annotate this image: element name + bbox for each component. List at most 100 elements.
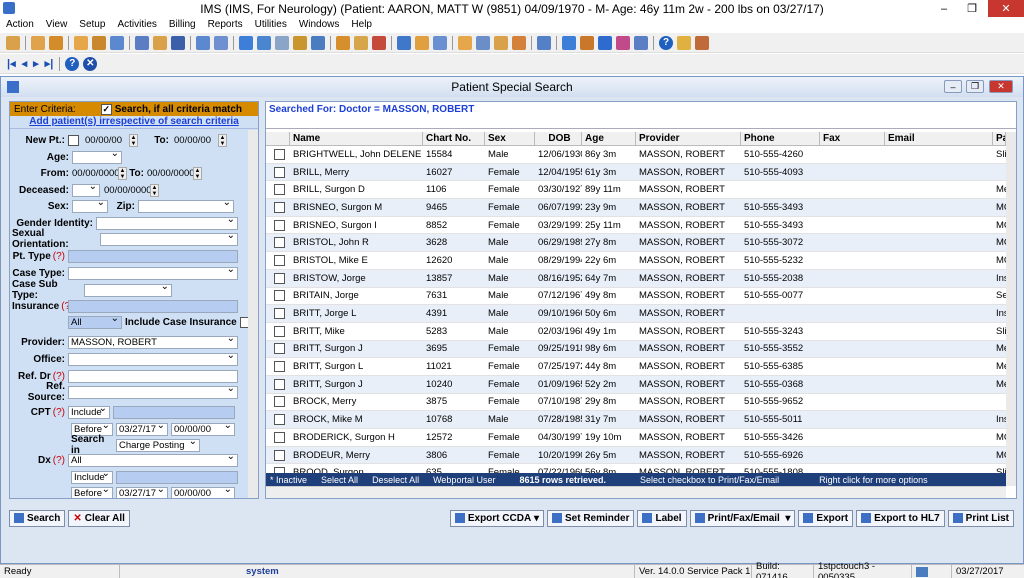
close-button[interactable]: ✕: [988, 0, 1024, 17]
table-row[interactable]: BRITT, Surgon L 11021 Female 07/25/1972 44y …: [266, 358, 1006, 376]
age-select[interactable]: [72, 150, 122, 164]
new-pt-checkbox[interactable]: [68, 134, 79, 146]
row-checkbox[interactable]: [274, 378, 285, 390]
lock-icon[interactable]: [677, 35, 691, 50]
new-pt-to-spinner[interactable]: ▲ ▼: [218, 133, 227, 147]
export-button[interactable]: Export: [798, 509, 854, 527]
phone-icon[interactable]: [616, 35, 630, 50]
results-horizontal-scrollbar[interactable]: [266, 486, 1006, 498]
column-header-chart-no[interactable]: Chart No.: [423, 132, 485, 145]
menu-utilities[interactable]: Utilities: [249, 19, 293, 30]
criteria-scrollbar[interactable]: [248, 130, 258, 498]
row-checkbox[interactable]: [274, 325, 285, 337]
menu-help[interactable]: Help: [345, 19, 378, 30]
deceased-select[interactable]: [72, 183, 100, 197]
report-icon[interactable]: [336, 35, 350, 50]
row-checkbox[interactable]: [274, 361, 285, 373]
deselect-all-link[interactable]: Deselect All: [372, 475, 419, 485]
row-checkbox[interactable]: [274, 148, 285, 160]
pen-icon[interactable]: [397, 35, 411, 50]
menu-windows[interactable]: Windows: [293, 19, 346, 30]
ref-dr-field[interactable]: [68, 369, 238, 383]
ref-dr-help[interactable]: (?): [53, 371, 65, 382]
provider-select[interactable]: MASSON, ROBERT: [68, 335, 238, 349]
clear-all-button[interactable]: ✕ Clear All: [68, 509, 130, 527]
folder-icon[interactable]: [74, 35, 88, 50]
column-header-email[interactable]: Email: [885, 132, 993, 145]
dx-date1-field[interactable]: 03/27/17: [116, 486, 168, 498]
menu-reports[interactable]: Reports: [202, 19, 249, 30]
results-scrollbar[interactable]: [1006, 132, 1016, 486]
cpt-date2-field[interactable]: 00/00/00: [171, 422, 235, 436]
close-circle-icon[interactable]: ✕: [83, 56, 98, 71]
column-header-name[interactable]: Name: [290, 132, 423, 145]
cpt-date1-field[interactable]: 03/27/17: [116, 422, 168, 436]
help-icon[interactable]: ?: [659, 35, 673, 50]
cpt-help[interactable]: (?): [53, 407, 65, 418]
row-checkbox[interactable]: [274, 431, 285, 443]
pt-type-field[interactable]: [68, 249, 238, 263]
select-all-link[interactable]: Select All: [321, 475, 358, 485]
print-fax-email-button[interactable]: Print/Fax/Email ▾: [689, 509, 796, 527]
exit-icon[interactable]: [695, 35, 709, 50]
cpt-code-field[interactable]: [113, 405, 235, 419]
table-row[interactable]: BRISTOW, Jorge 13857 Male 08/16/1952 64y 7m M…: [266, 269, 1006, 288]
minimize-button[interactable]: –: [930, 0, 958, 17]
column-header-phone[interactable]: Phone: [741, 132, 820, 145]
menu-action[interactable]: Action: [0, 19, 40, 30]
table-row[interactable]: BRISTOL, Mike E 12620 Male 08/29/1994 22y 6m…: [266, 252, 1006, 270]
calendar-icon[interactable]: [135, 35, 149, 50]
notes-icon[interactable]: [92, 35, 106, 50]
search-button[interactable]: Search: [9, 509, 66, 527]
ref-source-select[interactable]: [68, 385, 238, 399]
deceased-date-field[interactable]: 00/00/0000: [104, 185, 152, 196]
to-date-field[interactable]: 00/00/0000: [147, 168, 195, 179]
table-row[interactable]: BRILL, Surgon D 1106 Female 03/30/1927 89y 1…: [266, 181, 1006, 200]
previous-record-icon[interactable]: ◂: [22, 57, 28, 70]
from-date-field[interactable]: 00/00/0000: [72, 168, 120, 179]
window-restore-button[interactable]: ❐: [966, 80, 984, 93]
mail-icon[interactable]: [415, 35, 429, 50]
column-header-provider[interactable]: Provider: [636, 132, 741, 145]
dollar-icon[interactable]: [580, 35, 594, 50]
column-header-dob[interactable]: DOB: [535, 132, 582, 145]
table-row[interactable]: BRISNEO, Surgon M 9465 Female 06/07/1993 23y…: [266, 199, 1006, 217]
row-checkbox[interactable]: [274, 219, 285, 231]
search-in-select[interactable]: Charge Posting: [116, 438, 200, 452]
document-icon[interactable]: [110, 35, 124, 50]
database-icon[interactable]: [433, 35, 447, 50]
office-select[interactable]: [68, 352, 238, 366]
user-icon[interactable]: [31, 35, 45, 50]
deceased-date-spinner[interactable]: ▲ ▼: [150, 183, 159, 197]
window-minimize-button[interactable]: –: [944, 80, 962, 93]
search-all-checkbox[interactable]: ✓: [100, 103, 112, 115]
new-pt-from-field[interactable]: 00/00/00: [83, 134, 129, 147]
users-icon[interactable]: [49, 35, 63, 50]
grid-icon[interactable]: [476, 35, 490, 50]
add-patients-link[interactable]: Add patient(s) irrespective of search cr…: [10, 116, 258, 129]
menu-setup[interactable]: Setup: [73, 19, 111, 30]
dx-select[interactable]: All: [68, 453, 238, 467]
table-row[interactable]: BRITT, Surgon J 3695 Female 09/25/1918 98y 6…: [266, 340, 1006, 359]
pie-icon[interactable]: [512, 35, 526, 50]
print-list-button[interactable]: Print List: [947, 509, 1014, 527]
table-row[interactable]: BRISNEO, Surgon I 8852 Female 03/29/1991 25y…: [266, 217, 1006, 235]
export-hl7-button[interactable]: Export to HL7: [856, 509, 945, 527]
edit-icon[interactable]: [214, 35, 228, 50]
table-row[interactable]: BRILL, Merry 16027 Female 12/04/1955 61y 3m M…: [266, 163, 1006, 182]
next-record-icon[interactable]: ▸: [33, 57, 39, 70]
row-checkbox[interactable]: [274, 308, 285, 320]
transfer-icon[interactable]: [239, 35, 253, 50]
people-icon[interactable]: [354, 35, 368, 50]
table-row[interactable]: BRODERICK, Surgon H 12572 Female 04/30/1997…: [266, 429, 1006, 447]
menu-activities[interactable]: Activities: [111, 19, 162, 30]
cpt-include-select[interactable]: Include: [68, 405, 110, 419]
pt-type-help[interactable]: (?): [53, 251, 65, 262]
case-sub-type-select[interactable]: [84, 283, 172, 297]
chart-icon[interactable]: [196, 35, 210, 50]
lab-icon[interactable]: [153, 35, 167, 50]
insurance-field[interactable]: [68, 299, 238, 313]
table-row[interactable]: BROCK, Mike M 10768 Male 07/28/1985 31y 7m MA…: [266, 411, 1006, 429]
row-checkbox[interactable]: [274, 449, 285, 461]
shield-icon[interactable]: [171, 35, 185, 50]
